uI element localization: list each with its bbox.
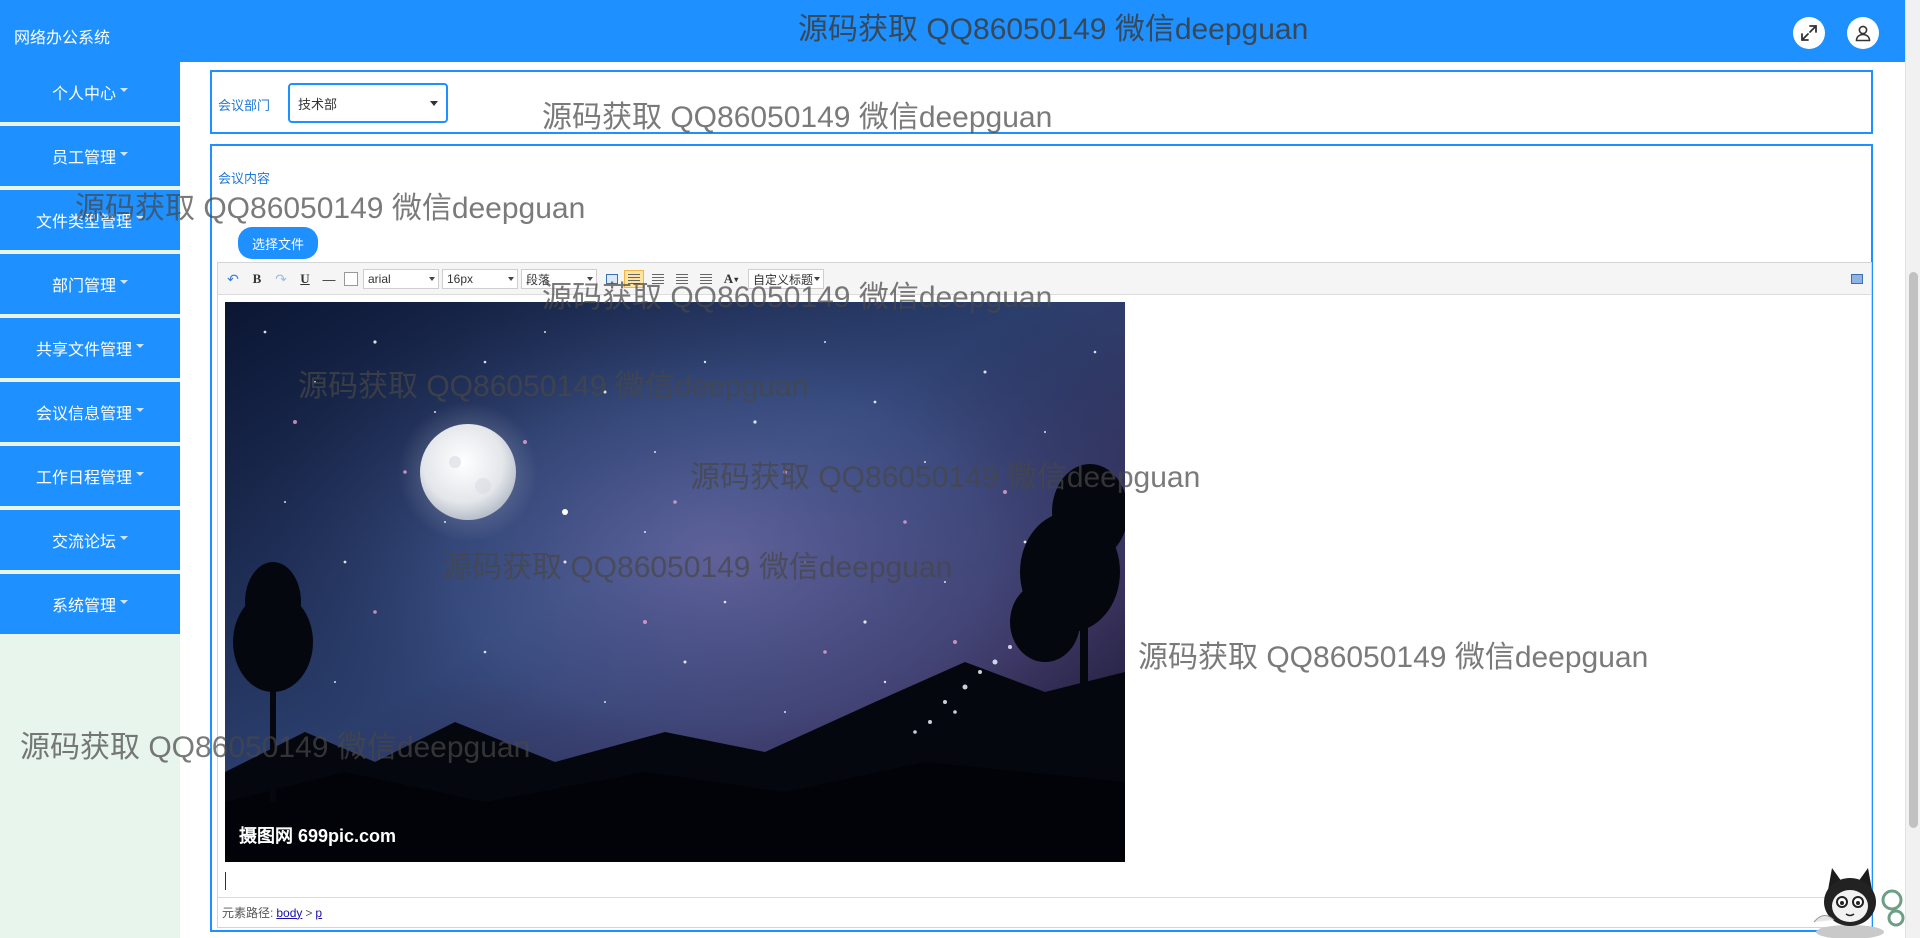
sidebar-item-file-type-management[interactable]: 文件类型管理: [0, 190, 180, 250]
sidebar-item-department-management[interactable]: 部门管理: [0, 254, 180, 314]
dropdown-arrow-icon: [508, 277, 514, 281]
sidebar-item-label: 会议信息管理: [35, 406, 132, 423]
night-sky-illustration: 摄图网 699pic.com: [225, 302, 1125, 862]
table-icon[interactable]: [603, 270, 621, 288]
paragraph-select[interactable]: 段落: [521, 269, 597, 289]
sidebar-item-system-management[interactable]: 系统管理: [0, 574, 180, 634]
fullscreen-button[interactable]: [1793, 17, 1825, 49]
editor-toolbar: ↶ B ↷ U — arial 16px 段落 A ▾ 自定义标题: [218, 263, 1871, 295]
sidebar: 个人中心 员工管理 文件类型管理 部门管理 共享文件管理 会议信息管理 工作日程…: [0, 62, 180, 938]
undo-icon[interactable]: ↶: [224, 270, 242, 288]
element-path-label: 元素路径:: [222, 906, 274, 920]
sidebar-item-label: 工作日程管理: [35, 470, 132, 487]
page-icon[interactable]: [344, 272, 358, 286]
align-left-icon[interactable]: [624, 270, 644, 288]
sidebar-item-label: 交流论坛: [51, 534, 116, 551]
align-center-icon[interactable]: [648, 270, 668, 288]
sidebar-item-employee-management[interactable]: 员工管理: [0, 126, 180, 186]
sidebar-item-shared-files[interactable]: 共享文件管理: [0, 318, 180, 378]
font-family-select[interactable]: arial: [363, 269, 439, 289]
mascot-widget[interactable]: [1810, 862, 1905, 938]
sidebar-item-label: 共享文件管理: [35, 342, 132, 359]
expand-arrows-icon: [1801, 25, 1817, 41]
align-right-icon[interactable]: [672, 270, 692, 288]
meeting-department-panel: 会议部门 技术部: [210, 70, 1873, 134]
choose-file-button[interactable]: 选择文件: [238, 227, 318, 259]
sidebar-item-label: 个人中心: [51, 86, 116, 103]
underline-icon[interactable]: U: [296, 270, 314, 288]
chevron-down-icon: [120, 88, 128, 92]
font-color-icon[interactable]: A ▾: [720, 270, 742, 288]
sidebar-item-work-schedule[interactable]: 工作日程管理: [0, 446, 180, 506]
dropdown-arrow-icon: [429, 277, 435, 281]
fullscreen-editor-icon[interactable]: [1849, 270, 1865, 288]
scrollbar-thumb[interactable]: [1909, 272, 1918, 828]
sidebar-item-label: 文件类型管理: [35, 214, 132, 231]
paragraph-value: 段落: [526, 272, 551, 287]
cat-mascot-icon: [1813, 868, 1905, 938]
sidebar-item-personal-center[interactable]: 个人中心: [0, 62, 180, 122]
chevron-down-icon: [120, 280, 128, 284]
chevron-down-icon: [136, 472, 144, 476]
sidebar-item-label: 系统管理: [51, 598, 116, 615]
path-p-link[interactable]: p: [315, 906, 322, 920]
selected-department: 技术部: [298, 96, 338, 112]
chevron-down-icon: [120, 536, 128, 540]
custom-title-value: 自定义标题: [753, 272, 814, 287]
align-justify-icon[interactable]: [696, 270, 716, 288]
font-size-value: 16px: [447, 272, 474, 286]
horizontal-rule-icon[interactable]: —: [320, 270, 338, 288]
sidebar-item-forum[interactable]: 交流论坛: [0, 510, 180, 570]
chevron-down-icon: [136, 408, 144, 412]
editor-content-area[interactable]: 摄图网 699pic.com: [218, 296, 1871, 896]
path-body-link[interactable]: body: [276, 906, 302, 920]
chevron-down-icon: [120, 600, 128, 604]
user-icon: [1855, 25, 1871, 42]
meeting-department-label: 会议部门: [218, 98, 271, 113]
font-family-value: arial: [368, 272, 391, 286]
meeting-content-panel: 会议内容 选择文件 ↶ B ↷ U — arial 16px 段落 A ▾ 自定…: [210, 144, 1873, 932]
chevron-down-icon: [430, 100, 438, 106]
path-separator: >: [305, 905, 313, 920]
custom-title-select[interactable]: 自定义标题: [748, 269, 824, 289]
font-size-select[interactable]: 16px: [442, 269, 518, 289]
image-caption: 摄图网 699pic.com: [239, 825, 396, 846]
meeting-content-label: 会议内容: [218, 171, 271, 186]
bold-icon[interactable]: B: [248, 270, 266, 288]
chevron-down-icon: [136, 344, 144, 348]
dropdown-arrow-icon: [814, 277, 820, 281]
top-header: 网络办公系统: [0, 0, 1905, 62]
user-menu-button[interactable]: [1847, 17, 1879, 49]
meeting-department-select[interactable]: 技术部: [288, 83, 448, 123]
chevron-down-icon: [120, 152, 128, 156]
text-cursor: [225, 872, 226, 890]
sidebar-item-label: 员工管理: [51, 150, 116, 167]
night-sky-image[interactable]: 摄图网 699pic.com: [225, 302, 1125, 862]
app-title: 网络办公系统: [14, 30, 111, 47]
chevron-down-icon: [136, 216, 144, 220]
editor-element-path: 元素路径: body > p: [218, 897, 1871, 927]
sidebar-item-meeting-info[interactable]: 会议信息管理: [0, 382, 180, 442]
sidebar-item-label: 部门管理: [51, 278, 116, 295]
dropdown-arrow-icon: [587, 277, 593, 281]
redo-icon[interactable]: ↷: [272, 270, 290, 288]
rich-text-editor: ↶ B ↷ U — arial 16px 段落 A ▾ 自定义标题 摄图网 69…: [217, 262, 1872, 928]
page-scrollbar[interactable]: [1905, 0, 1920, 938]
